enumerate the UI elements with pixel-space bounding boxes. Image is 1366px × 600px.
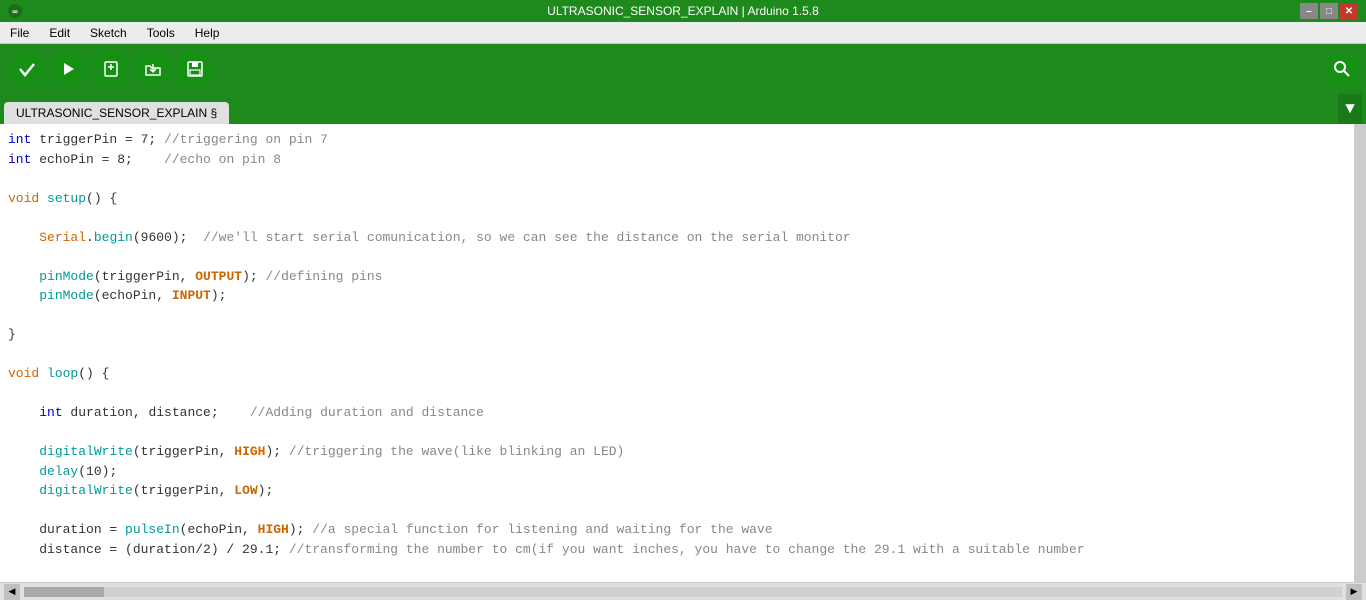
scroll-left-button[interactable]: ◀	[4, 584, 20, 600]
minimize-button[interactable]: –	[1300, 3, 1318, 19]
keyword-void-setup: void	[8, 191, 39, 206]
horizontal-scroll-thumb	[24, 587, 104, 597]
new-button[interactable]	[92, 50, 130, 88]
open-button[interactable]	[134, 50, 172, 88]
menu-file[interactable]: File	[4, 24, 35, 42]
menu-sketch[interactable]: Sketch	[84, 24, 133, 42]
menu-tools[interactable]: Tools	[141, 24, 181, 42]
app-logo: ∞	[8, 4, 22, 18]
keyword-void-loop: void	[8, 366, 39, 381]
code-editor[interactable]: int triggerPin = 7; //triggering on pin …	[0, 124, 1366, 582]
code-content[interactable]: int triggerPin = 7; //triggering on pin …	[0, 128, 1354, 582]
search-button[interactable]	[1326, 53, 1358, 85]
menu-edit[interactable]: Edit	[43, 24, 76, 42]
menu-bar: File Edit Sketch Tools Help	[0, 22, 1366, 44]
close-button[interactable]: ✕	[1340, 3, 1358, 19]
tab-label: ULTRASONIC_SENSOR_EXPLAIN §	[16, 106, 217, 120]
verify-button[interactable]	[8, 50, 46, 88]
window-title: ULTRASONIC_SENSOR_EXPLAIN | Arduino 1.5.…	[0, 4, 1366, 18]
editor-tab[interactable]: ULTRASONIC_SENSOR_EXPLAIN §	[4, 102, 229, 124]
horizontal-scrollbar[interactable]	[24, 587, 1342, 597]
maximize-button[interactable]: □	[1320, 3, 1338, 19]
tab-dropdown[interactable]: ▼	[1338, 94, 1362, 124]
tab-bar: ULTRASONIC_SENSOR_EXPLAIN § ▼	[0, 94, 1366, 124]
status-bar: ◀ ▶	[0, 582, 1366, 600]
toolbar	[0, 44, 1366, 94]
scroll-right-button[interactable]: ▶	[1346, 584, 1362, 600]
keyword-int-1: int	[8, 132, 31, 147]
menu-help[interactable]: Help	[189, 24, 226, 42]
title-bar: ∞ ULTRASONIC_SENSOR_EXPLAIN | Arduino 1.…	[0, 0, 1366, 22]
save-button[interactable]	[176, 50, 214, 88]
window-controls: – □ ✕	[1300, 3, 1358, 19]
upload-button[interactable]	[50, 50, 88, 88]
keyword-int-2: int	[8, 152, 31, 167]
